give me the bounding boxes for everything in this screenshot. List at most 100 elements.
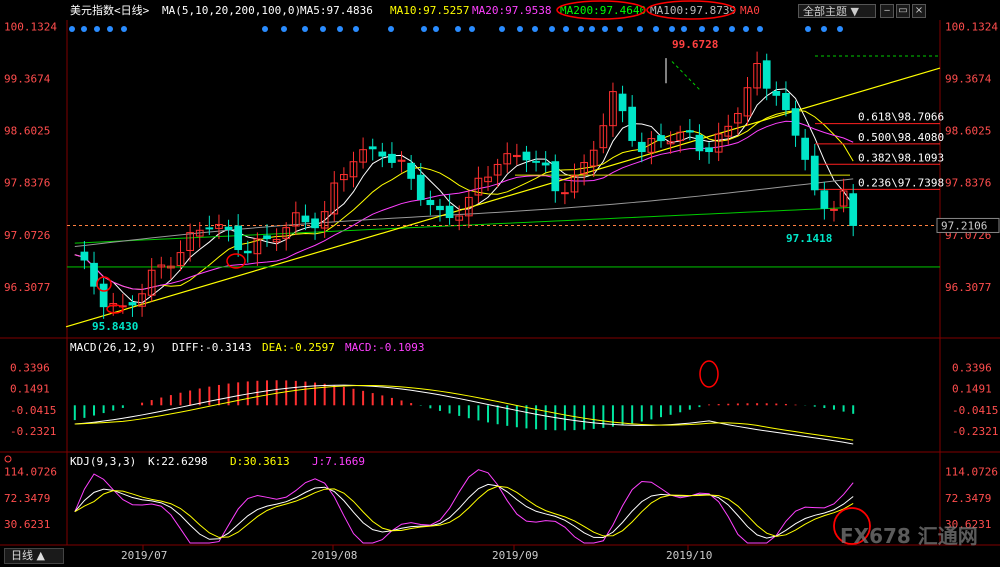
macd-highlight-ellipse [699,360,719,388]
dea-line [74,384,854,441]
candle-body [782,93,790,111]
candle-body [243,250,252,254]
fib-label: 0.236\97.7398 [858,176,944,189]
x-tick-label: 2019/08 [311,549,357,562]
signal-dot [578,26,584,32]
signal-dot [699,26,705,32]
candle-body [426,199,435,206]
j-line [74,469,854,544]
candle-body [224,226,233,230]
candle-body [128,302,137,306]
candle-body [685,130,694,133]
price-tick-left: 96.3077 [4,281,50,294]
candle-body [810,155,819,191]
chevron-down-icon: ▼ [850,5,859,18]
signal-dot [563,26,569,32]
signal-dot [653,26,659,32]
candle-body [705,147,713,153]
candle-body [522,151,531,161]
ma5-readout: MA5:97.4836 [300,4,373,17]
ma100-readout: MA100:97.8739 [650,4,736,17]
minimize-icon[interactable]: ‒ [880,4,894,18]
signal-dot [805,26,811,32]
ma20-readout: MA20:97.9538 [472,4,551,17]
high-label: 99.6728 [672,38,718,51]
signal-dot [121,26,127,32]
candle-body [561,192,569,195]
candlesticks [80,51,858,319]
price-axis-labels: 100.1324 100.1324 99.3674 99.3674 98.6025 98.… [4,21,998,294]
candle-body [436,205,444,211]
signal-dot [713,26,719,32]
restore-icon[interactable]: ▭ [896,4,910,18]
period-selector[interactable]: 日线 ▲ [4,548,64,564]
chevron-up-icon: ▲ [36,549,45,562]
high-arrow [671,61,701,91]
signal-dot [517,26,523,32]
ma0-readout: MA0 [740,4,760,17]
signal-dot [602,26,608,32]
candle-body [541,162,550,166]
price-tick-right: 98.6025 [945,125,991,138]
price-tick-left: 97.0726 [4,229,50,242]
candle-body [637,141,646,153]
candle-body [301,215,310,223]
macd-tick-left: -0.2321 [10,425,56,438]
ma20-line [74,120,854,290]
close-icon[interactable]: × [912,4,926,18]
candle-body [695,134,704,152]
candle-body [820,190,829,209]
candle-body [388,153,396,163]
fib-label: 0.618\98.7066 [858,111,944,124]
signal-dot [421,26,427,32]
stock-chart[interactable]: 美元指数<日线> MA(5,10,20,200,100,0) MA5:97.48… [0,0,1000,567]
candle-body [657,135,665,142]
macd-params: MACD(26,12,9) [70,341,156,354]
price-tick-left: 97.8376 [4,177,50,190]
candle-body [368,146,377,150]
candle-body [445,205,454,219]
signal-dot [107,26,113,32]
candle-body [772,91,781,96]
x-tick-label: 2019/10 [666,549,712,562]
ma10-line [74,109,854,290]
signal-dot [320,26,326,32]
signal-dot [821,26,827,32]
kdj-header: KDJ(9,3,3) K:22.6298 D:30.3613 J:7.1669 [4,455,365,468]
price-tick-left: 98.6025 [4,125,50,138]
d-line [74,485,854,538]
kdj-tick-left: 72.3479 [4,492,50,505]
signal-dot [589,26,595,32]
price-tick-right: 97.8376 [945,177,991,190]
signal-dot [637,26,643,32]
macd-tick-left: -0.0415 [10,404,56,417]
candle-body [311,218,319,229]
macd-dea: DEA:-0.2597 [262,341,335,354]
macd-tick-right: -0.0415 [952,404,998,417]
candle-body [628,106,637,141]
signal-dot [433,26,439,32]
candle-body [801,137,810,160]
fib-label: 0.500\98.4080 [858,131,944,144]
signal-dot [549,26,555,32]
signal-dot [669,26,675,32]
macd-header: MACD(26,12,9) DIFF:-0.3143 DEA:-0.2597 M… [70,341,424,354]
price-tick-left: 100.1324 [4,21,57,34]
theme-select-button[interactable]: 全部主题 ▼ [798,4,876,18]
candle-body [205,227,214,230]
candle-body [791,108,800,136]
candle-body [532,160,540,163]
signal-dot [262,26,268,32]
price-overlays: 0.618\98.7066 0.500\98.4080 0.382\98.1093 0… [65,55,944,328]
macd-tick-right: -0.2321 [952,425,998,438]
signal-dot [681,26,687,32]
x-tick-label: 2019/07 [121,549,167,562]
kdj-tick-right: 114.0726 [945,466,998,479]
kdj-j: J:7.1669 [312,455,365,468]
kdj-params: KDJ(9,3,3) [70,455,136,468]
signal-dot [94,26,100,32]
recent-low-label: 97.1418 [786,232,832,245]
ma200-readout: MA200:97.4640 [560,4,646,17]
kdj-settings-icon [4,455,12,463]
macd-tick-left: 0.3396 [10,361,50,374]
